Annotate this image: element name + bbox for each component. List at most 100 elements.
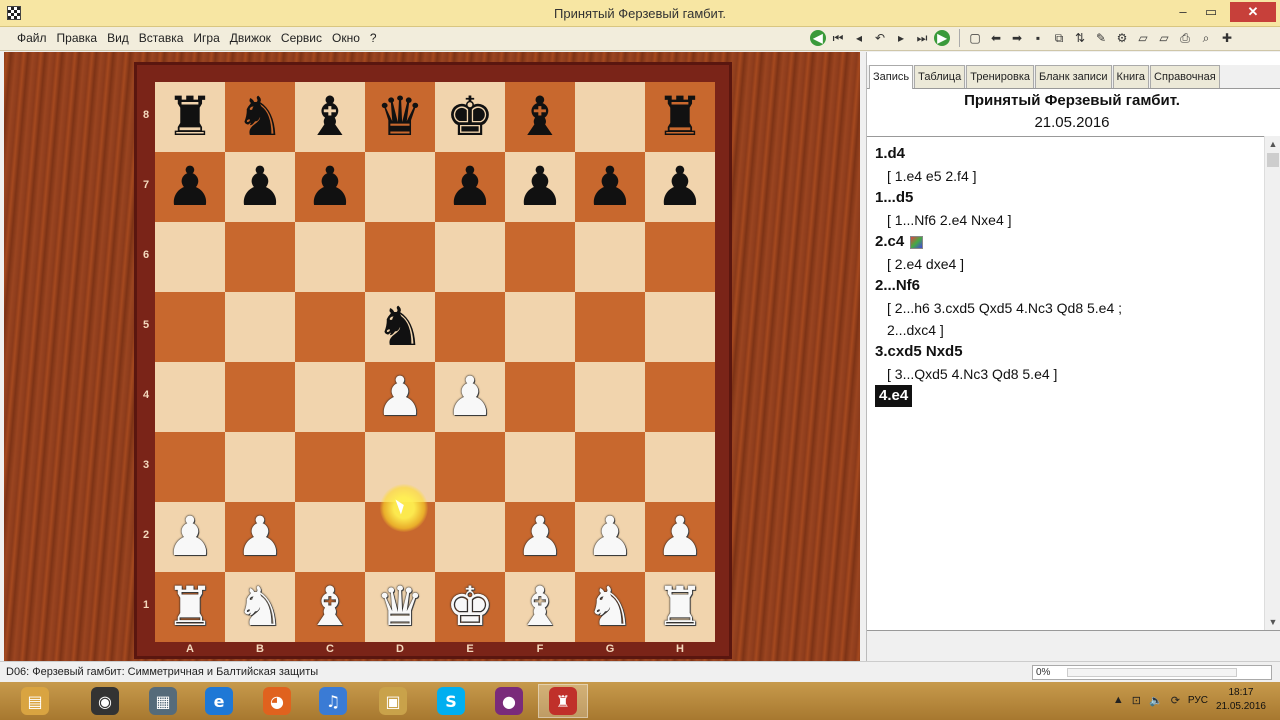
- black-bishop-icon[interactable]: ♝: [516, 90, 564, 144]
- square-h4[interactable]: [645, 362, 715, 432]
- square-f7[interactable]: ♟: [505, 152, 575, 222]
- square-e3[interactable]: [435, 432, 505, 502]
- black-rook-icon[interactable]: ♜: [166, 90, 214, 144]
- white-pawn-icon[interactable]: ♟: [376, 370, 424, 424]
- variation-line[interactable]: 2...dxc4 ]: [875, 319, 1265, 341]
- white-rook-icon[interactable]: ♜: [166, 580, 214, 634]
- menu-game[interactable]: Игра: [188, 31, 224, 45]
- square-h5[interactable]: [645, 292, 715, 362]
- square-e5[interactable]: [435, 292, 505, 362]
- square-a1[interactable]: ♜: [155, 572, 225, 642]
- square-a3[interactable]: [155, 432, 225, 502]
- variation-text[interactable]: [ 3...Qxd5 4.Nc3 Qd8 5.e4 ]: [887, 366, 1057, 382]
- black-pawn-icon[interactable]: ♟: [586, 160, 634, 214]
- square-b6[interactable]: [225, 222, 295, 292]
- menu-file[interactable]: Файл: [12, 31, 52, 45]
- square-d7[interactable]: [365, 152, 435, 222]
- white-pawn-icon[interactable]: ♟: [236, 510, 284, 564]
- white-bishop-icon[interactable]: ♝: [306, 580, 354, 634]
- square-g5[interactable]: [575, 292, 645, 362]
- variation-text[interactable]: [ 2...h6 3.cxd5 Qxd5 4.Nc3 Qd8 5.e4 ;: [887, 300, 1122, 316]
- square-a2[interactable]: ♟: [155, 502, 225, 572]
- taskbar-chess-app[interactable]: ♜: [538, 684, 588, 718]
- square-e4[interactable]: ♟: [435, 362, 505, 432]
- square-f5[interactable]: [505, 292, 575, 362]
- menu-view[interactable]: Вид: [102, 31, 134, 45]
- copy-icon[interactable]: ⧉: [1050, 29, 1068, 47]
- square-f2[interactable]: ♟: [505, 502, 575, 572]
- taskbar-media-app[interactable]: ◉: [80, 684, 130, 718]
- white-pawn-icon[interactable]: ♟: [586, 510, 634, 564]
- square-a8[interactable]: ♜: [155, 82, 225, 152]
- eraser2-icon[interactable]: ▱: [1155, 29, 1173, 47]
- square-g4[interactable]: [575, 362, 645, 432]
- tab-book[interactable]: Книга: [1112, 65, 1150, 88]
- square-f4[interactable]: [505, 362, 575, 432]
- black-bishop-icon[interactable]: ♝: [306, 90, 354, 144]
- taskbar-skype[interactable]: S: [426, 684, 476, 718]
- square-e2[interactable]: [435, 502, 505, 572]
- undo-icon[interactable]: ↶: [871, 29, 889, 47]
- move-text[interactable]: 2...Nf6: [875, 275, 920, 297]
- white-rook-icon[interactable]: ♜: [656, 580, 704, 634]
- variation-line[interactable]: [ 1...Nf6 2.e4 Nxe4 ]: [875, 209, 1265, 231]
- square-g7[interactable]: ♟: [575, 152, 645, 222]
- menu-edit[interactable]: Правка: [52, 31, 103, 45]
- black-knight-icon[interactable]: ♞: [376, 300, 424, 354]
- flip-icon[interactable]: ⇅: [1071, 29, 1089, 47]
- square-h1[interactable]: ♜: [645, 572, 715, 642]
- menu-window[interactable]: Окно: [327, 31, 365, 45]
- move-line[interactable]: 2.c4: [875, 231, 1265, 253]
- notation-scrollbar[interactable]: ▲ ▼: [1264, 136, 1280, 630]
- diagram-icon[interactable]: [910, 235, 924, 249]
- move-text[interactable]: 1.d4: [875, 143, 905, 165]
- square-h6[interactable]: [645, 222, 715, 292]
- next-move-icon[interactable]: ▸: [892, 29, 910, 47]
- menu-help[interactable]: ?: [365, 31, 382, 45]
- variation-text[interactable]: 2...dxc4 ]: [887, 322, 944, 338]
- square-a5[interactable]: [155, 292, 225, 362]
- current-move[interactable]: 4.e4: [875, 385, 913, 407]
- square-c8[interactable]: ♝: [295, 82, 365, 152]
- square-a7[interactable]: ♟: [155, 152, 225, 222]
- square-a6[interactable]: [155, 222, 225, 292]
- taskbar-firefox[interactable]: ◕: [252, 684, 302, 718]
- tab-reference[interactable]: Справочная: [1150, 65, 1220, 88]
- settings-icon[interactable]: ⚙: [1113, 29, 1131, 47]
- square-d1[interactable]: ♛: [365, 572, 435, 642]
- black-pawn-icon[interactable]: ♟: [306, 160, 354, 214]
- black-rook-icon[interactable]: ♜: [656, 90, 704, 144]
- move-line[interactable]: 4.e4: [875, 385, 1265, 407]
- menu-engine[interactable]: Движок: [225, 31, 276, 45]
- square-h2[interactable]: ♟: [645, 502, 715, 572]
- taskbar-internet-explorer[interactable]: e: [194, 684, 244, 718]
- close-button[interactable]: ✕: [1230, 2, 1276, 22]
- search-icon[interactable]: ⌕: [1197, 29, 1215, 47]
- square-g1[interactable]: ♞: [575, 572, 645, 642]
- square-c1[interactable]: ♝: [295, 572, 365, 642]
- square-b5[interactable]: [225, 292, 295, 362]
- square-d8[interactable]: ♛: [365, 82, 435, 152]
- square-a4[interactable]: [155, 362, 225, 432]
- square-f6[interactable]: [505, 222, 575, 292]
- move-text[interactable]: 3.cxd5 Nxd5: [875, 341, 963, 363]
- square-b1[interactable]: ♞: [225, 572, 295, 642]
- volume-icon[interactable]: 🔈: [1149, 694, 1163, 707]
- white-knight-icon[interactable]: ♞: [586, 580, 634, 634]
- square-b3[interactable]: [225, 432, 295, 502]
- move-line[interactable]: 1.d4: [875, 143, 1265, 165]
- square-d4[interactable]: ♟: [365, 362, 435, 432]
- white-king-icon[interactable]: ♚: [446, 580, 494, 634]
- language-indicator[interactable]: РУС: [1188, 695, 1208, 706]
- show-hidden-icon[interactable]: ▲: [1113, 694, 1124, 706]
- move-list[interactable]: 1.d4 [ 1.e4 e5 2.f4 ] 1...d5 [ 1...Nf6 2.e4…: [867, 136, 1265, 630]
- back-arrow-icon[interactable]: ⬅: [987, 29, 1005, 47]
- sync-icon[interactable]: ⟳: [1171, 694, 1180, 707]
- square-h3[interactable]: [645, 432, 715, 502]
- move-text[interactable]: 2.c4: [875, 231, 904, 253]
- square-h7[interactable]: ♟: [645, 152, 715, 222]
- black-queen-icon[interactable]: ♛: [376, 90, 424, 144]
- white-knight-icon[interactable]: ♞: [236, 580, 284, 634]
- black-king-icon[interactable]: ♚: [446, 90, 494, 144]
- square-c4[interactable]: [295, 362, 365, 432]
